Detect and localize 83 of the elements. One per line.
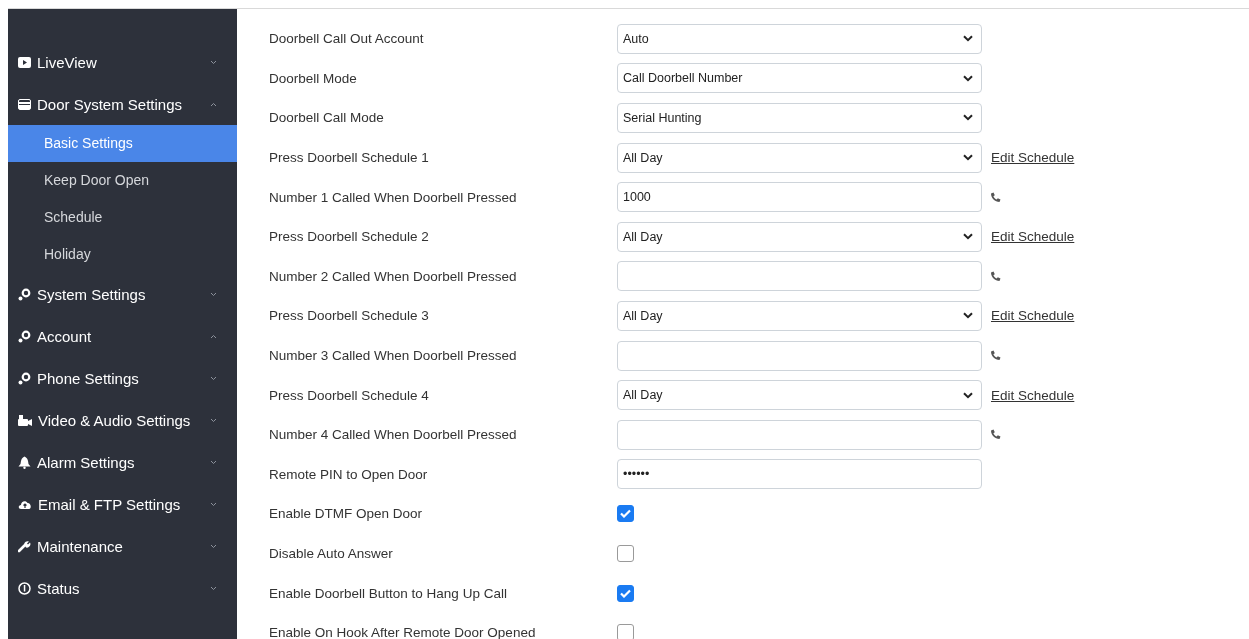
edit-schedule-link[interactable]: Edit Schedule bbox=[991, 308, 1075, 324]
checkbox[interactable] bbox=[617, 624, 634, 639]
checkmark-icon bbox=[620, 588, 631, 598]
setting-label: Doorbell Mode bbox=[269, 70, 358, 86]
dropdown[interactable]: All Day bbox=[617, 300, 982, 331]
edit-schedule-link[interactable]: Edit Schedule bbox=[991, 387, 1075, 403]
setting-label: Press Doorbell Schedule 2 bbox=[269, 229, 430, 245]
dropdown-caret-icon bbox=[963, 233, 973, 241]
setting-label: Enable On Hook After Remote Door Opened bbox=[269, 625, 537, 639]
dropdown-caret-icon bbox=[963, 391, 973, 399]
pin-field[interactable]: •••••• bbox=[617, 459, 982, 490]
wrench-icon bbox=[18, 539, 31, 553]
info-icon bbox=[18, 581, 31, 595]
number-field[interactable] bbox=[617, 419, 982, 450]
nav-item[interactable]: Alarm Settings bbox=[8, 441, 237, 483]
dropdown-caret-icon bbox=[963, 35, 973, 43]
setting-label: Press Doorbell Schedule 3 bbox=[269, 308, 430, 324]
dropdown-caret-icon bbox=[963, 74, 973, 82]
chevron-icon bbox=[210, 59, 217, 65]
setting-label: Enable Doorbell Button to Hang Up Call bbox=[269, 585, 508, 601]
key-icon bbox=[18, 329, 31, 343]
chevron-icon bbox=[210, 333, 217, 339]
phone-icon[interactable] bbox=[990, 270, 1001, 282]
chevron-icon bbox=[210, 459, 217, 465]
nav-item[interactable]: Maintenance bbox=[8, 525, 237, 567]
chevron-icon bbox=[210, 585, 217, 591]
dropdown-caret-icon bbox=[963, 154, 973, 162]
checkmark-icon bbox=[620, 509, 631, 519]
key-icon bbox=[18, 287, 31, 301]
setting-label: Disable Auto Answer bbox=[269, 546, 394, 561]
setting-label: Remote PIN to Open Door bbox=[269, 466, 429, 482]
cloud-icon bbox=[18, 498, 32, 510]
setting-label: Doorbell Call Mode bbox=[269, 110, 385, 126]
dropdown-caret-icon bbox=[963, 114, 973, 122]
nav-item[interactable]: Account bbox=[8, 315, 237, 357]
nav-item[interactable]: Video & Audio Settings bbox=[8, 399, 237, 441]
setting-label: Number 1 Called When Doorbell Pressed bbox=[269, 189, 518, 205]
nav-item[interactable]: Phone Settings bbox=[8, 357, 237, 399]
dropdown[interactable]: Call Doorbell Number bbox=[617, 63, 982, 94]
setting-label: Number 2 Called When Doorbell Pressed bbox=[269, 268, 518, 284]
card-icon bbox=[18, 98, 31, 110]
chevron-icon bbox=[210, 417, 217, 423]
setting-label: Number 3 Called When Doorbell Pressed bbox=[269, 348, 518, 364]
nav-item[interactable]: Door System Settings bbox=[8, 83, 237, 125]
nav-item[interactable]: System Settings bbox=[8, 273, 237, 315]
chevron-icon bbox=[210, 501, 217, 507]
phone-icon[interactable] bbox=[990, 350, 1001, 362]
bell-icon bbox=[18, 455, 31, 469]
setting-label: Doorbell Call Out Account bbox=[269, 31, 425, 47]
chevron-icon bbox=[210, 375, 217, 381]
nav-subitem[interactable]: Keep Door Open bbox=[8, 162, 237, 199]
phone-icon[interactable] bbox=[990, 191, 1001, 203]
dropdown[interactable]: All Day bbox=[617, 142, 982, 173]
checkbox[interactable] bbox=[617, 584, 634, 602]
nav-item[interactable]: LiveView bbox=[8, 41, 237, 83]
edit-schedule-link[interactable]: Edit Schedule bbox=[991, 229, 1075, 245]
number-field[interactable] bbox=[617, 261, 982, 292]
nav-subitem[interactable]: Holiday bbox=[8, 236, 237, 273]
nav-subitem[interactable]: Schedule bbox=[8, 199, 237, 236]
video-icon bbox=[18, 56, 31, 68]
checkbox[interactable] bbox=[617, 545, 634, 562]
camera-icon bbox=[18, 414, 32, 426]
phone-icon[interactable] bbox=[990, 429, 1001, 441]
key-icon bbox=[18, 371, 31, 385]
dropdown[interactable]: Serial Hunting bbox=[617, 103, 982, 133]
chevron-icon bbox=[210, 101, 217, 107]
setting-label: Press Doorbell Schedule 1 bbox=[269, 150, 430, 166]
setting-label: Number 4 Called When Doorbell Pressed bbox=[269, 427, 518, 443]
nav-subitem[interactable]: Basic Settings bbox=[8, 125, 237, 162]
chevron-icon bbox=[210, 291, 217, 297]
number-field[interactable] bbox=[617, 340, 982, 371]
number-field[interactable]: 1000 bbox=[617, 182, 982, 213]
setting-label: Press Doorbell Schedule 4 bbox=[269, 387, 430, 403]
nav-item[interactable]: Email & FTP Settings bbox=[8, 483, 237, 525]
nav-item[interactable]: Status bbox=[8, 567, 237, 609]
chevron-icon bbox=[210, 543, 217, 549]
dropdown[interactable]: All Day bbox=[617, 221, 982, 252]
edit-schedule-link[interactable]: Edit Schedule bbox=[991, 150, 1075, 166]
checkbox[interactable] bbox=[617, 505, 634, 523]
dropdown[interactable]: All Day bbox=[617, 380, 982, 411]
setting-label: Enable DTMF Open Door bbox=[269, 506, 424, 522]
dropdown[interactable]: Auto bbox=[617, 23, 982, 54]
dropdown-caret-icon bbox=[963, 312, 973, 320]
